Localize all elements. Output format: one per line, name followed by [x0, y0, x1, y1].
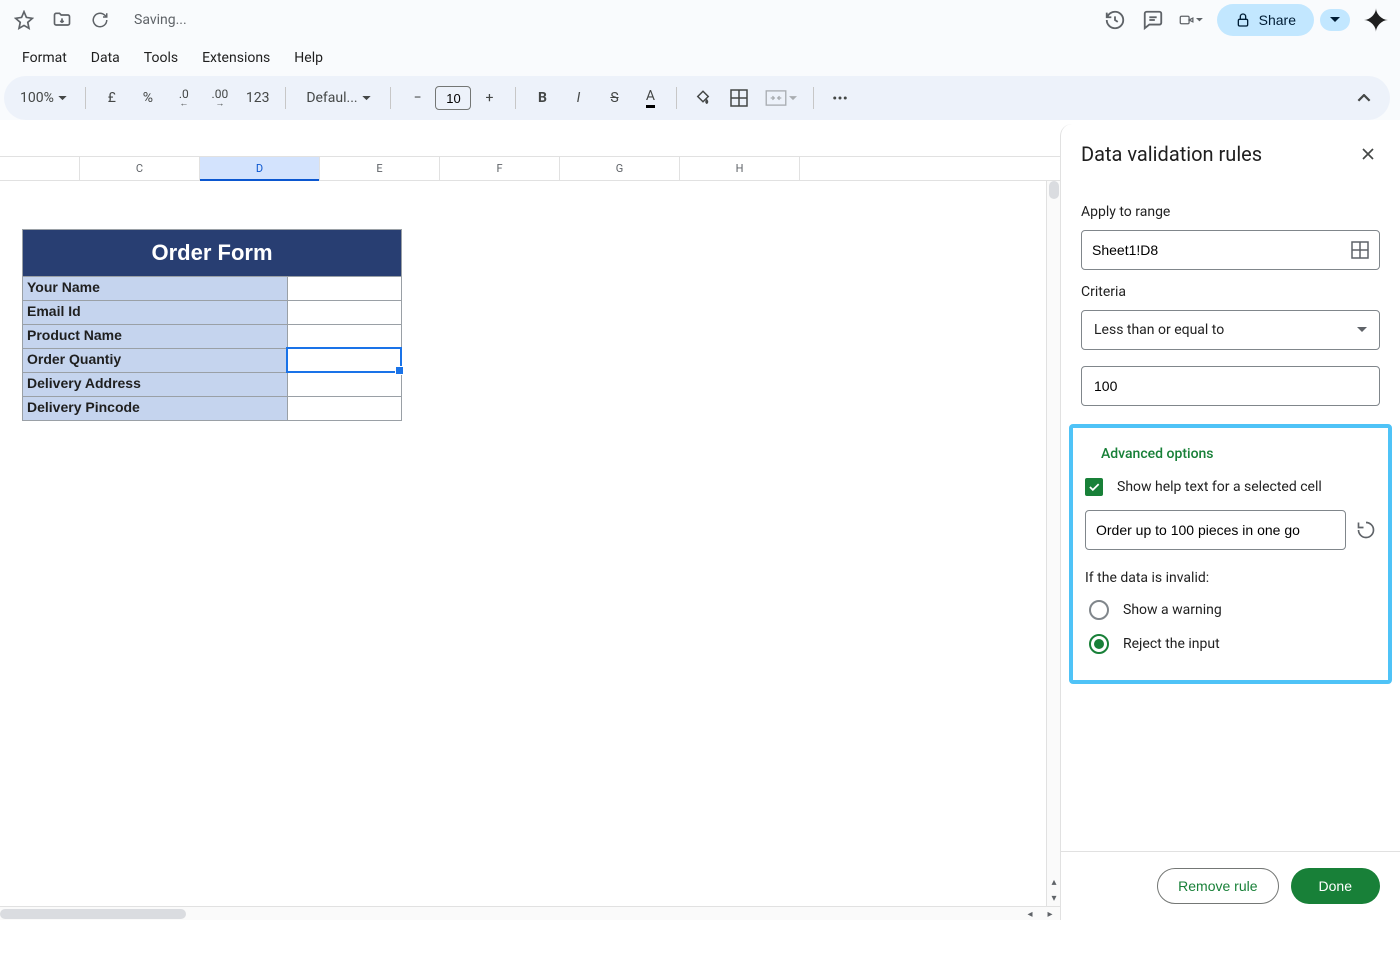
criteria-value-input[interactable] [1081, 366, 1380, 406]
star-icon[interactable] [12, 8, 36, 32]
column-header[interactable]: C [80, 157, 200, 180]
advanced-options-title[interactable]: Advanced options [1101, 446, 1376, 462]
row-label: Email Id [23, 300, 287, 324]
menu-bar: Format Data Tools Extensions Help [0, 40, 1400, 76]
row-value-cell[interactable] [287, 324, 401, 348]
show-warning-label: Show a warning [1123, 602, 1222, 618]
row-label: Delivery Address [23, 372, 287, 396]
table-row: Delivery Pincode [23, 396, 401, 420]
table-row: Your Name [23, 276, 401, 300]
fill-color-button[interactable] [689, 83, 717, 113]
text-color-button[interactable]: A [636, 83, 664, 113]
bold-button[interactable]: B [528, 83, 556, 113]
increase-decimal-button[interactable]: .00→ [206, 83, 234, 113]
column-header[interactable]: H [680, 157, 800, 180]
font-size-increase-button[interactable]: + [475, 83, 503, 113]
menu-format[interactable]: Format [12, 46, 77, 70]
menu-tools[interactable]: Tools [134, 46, 188, 70]
history-icon[interactable] [1103, 8, 1127, 32]
criteria-dropdown[interactable]: Less than or equal to [1081, 310, 1380, 350]
cloud-sync-icon[interactable] [88, 8, 112, 32]
column-header[interactable]: E [320, 157, 440, 180]
help-text-input[interactable] [1085, 510, 1346, 550]
row-label: Order Quantiy [23, 348, 287, 372]
row-value-cell[interactable] [287, 396, 401, 420]
vertical-scroll-thumb[interactable] [1049, 181, 1059, 199]
move-to-folder-icon[interactable] [50, 8, 74, 32]
row-label: Your Name [23, 276, 287, 300]
panel-title: Data validation rules [1081, 142, 1262, 166]
show-help-checkbox[interactable] [1085, 478, 1103, 496]
row-value-cell[interactable] [287, 300, 401, 324]
menu-help[interactable]: Help [284, 46, 333, 70]
advanced-options-section: Advanced options Show help text for a se… [1069, 424, 1392, 684]
horizontal-scrollbar[interactable]: ◂ ▸ [0, 906, 1060, 920]
criteria-label: Criteria [1081, 284, 1380, 300]
order-form-title: Order Form [23, 230, 401, 276]
spreadsheet-grid[interactable]: CDEFGH Order Form Your NameEmail IdProdu… [0, 156, 1060, 920]
number-format-button[interactable]: 123 [242, 83, 274, 113]
show-help-label: Show help text for a selected cell [1117, 479, 1322, 495]
row-label: Product Name [23, 324, 287, 348]
font-select[interactable]: Defaul... [298, 83, 378, 113]
share-button[interactable]: Share [1217, 4, 1314, 36]
menu-data[interactable]: Data [81, 46, 130, 70]
reject-input-radio[interactable] [1089, 634, 1109, 654]
merge-cells-button[interactable] [761, 83, 801, 113]
table-row: Delivery Address [23, 372, 401, 396]
title-bar: Saving... Share [0, 0, 1400, 40]
table-row: Email Id [23, 300, 401, 324]
currency-format-button[interactable]: £ [98, 83, 126, 113]
borders-button[interactable] [725, 83, 753, 113]
row-value-cell[interactable] [287, 348, 401, 372]
italic-button[interactable]: I [564, 83, 592, 113]
collapse-toolbar-button[interactable] [1350, 83, 1378, 113]
reject-input-label: Reject the input [1123, 636, 1220, 652]
show-warning-radio[interactable] [1089, 600, 1109, 620]
column-headers: CDEFGH [0, 157, 1060, 181]
menu-extensions[interactable]: Extensions [192, 46, 280, 70]
apply-range-label: Apply to range [1081, 204, 1380, 220]
column-header[interactable] [0, 157, 80, 180]
scroll-down-button[interactable]: ▾ [1047, 890, 1060, 906]
share-dropdown-button[interactable] [1320, 9, 1350, 31]
strikethrough-button[interactable]: S [600, 83, 628, 113]
order-form-table: Order Form Your NameEmail IdProduct Name… [22, 229, 402, 421]
invalid-data-label: If the data is invalid: [1085, 570, 1376, 586]
column-header[interactable]: D [200, 157, 320, 180]
comment-icon[interactable] [1141, 8, 1165, 32]
percent-format-button[interactable]: % [134, 83, 162, 113]
reset-help-text-icon[interactable] [1356, 520, 1376, 540]
gemini-icon[interactable] [1364, 8, 1388, 32]
done-button[interactable]: Done [1291, 868, 1380, 904]
share-label: Share [1259, 12, 1296, 28]
toolbar: 100% £ % .0← .00→ 123 Defaul... − + B I … [4, 76, 1390, 120]
column-header[interactable]: G [560, 157, 680, 180]
remove-rule-button[interactable]: Remove rule [1157, 868, 1278, 904]
row-value-cell[interactable] [287, 372, 401, 396]
saving-status: Saving... [134, 12, 187, 28]
column-header[interactable]: F [440, 157, 560, 180]
row-label: Delivery Pincode [23, 396, 287, 420]
select-range-icon[interactable] [1351, 241, 1369, 259]
range-input[interactable] [1092, 242, 1351, 258]
video-icon[interactable] [1179, 8, 1203, 32]
more-tools-button[interactable] [826, 83, 854, 113]
range-input-container [1081, 230, 1380, 270]
row-value-cell[interactable] [287, 276, 401, 300]
font-size-input[interactable] [435, 86, 471, 110]
close-panel-button[interactable] [1356, 142, 1380, 166]
scroll-right-button[interactable]: ▸ [1040, 907, 1060, 920]
table-row: Product Name [23, 324, 401, 348]
table-row: Order Quantiy [23, 348, 401, 372]
scroll-left-button[interactable]: ◂ [1020, 907, 1040, 920]
zoom-select[interactable]: 100% [14, 83, 73, 113]
decrease-decimal-button[interactable]: .0← [170, 83, 198, 113]
data-validation-panel: Data validation rules Apply to range Cri… [1060, 124, 1400, 920]
horizontal-scroll-thumb[interactable] [0, 909, 186, 919]
scroll-up-button[interactable]: ▴ [1047, 874, 1060, 890]
font-size-decrease-button[interactable]: − [403, 83, 431, 113]
vertical-scrollbar[interactable]: ▴ ▾ [1046, 181, 1060, 906]
